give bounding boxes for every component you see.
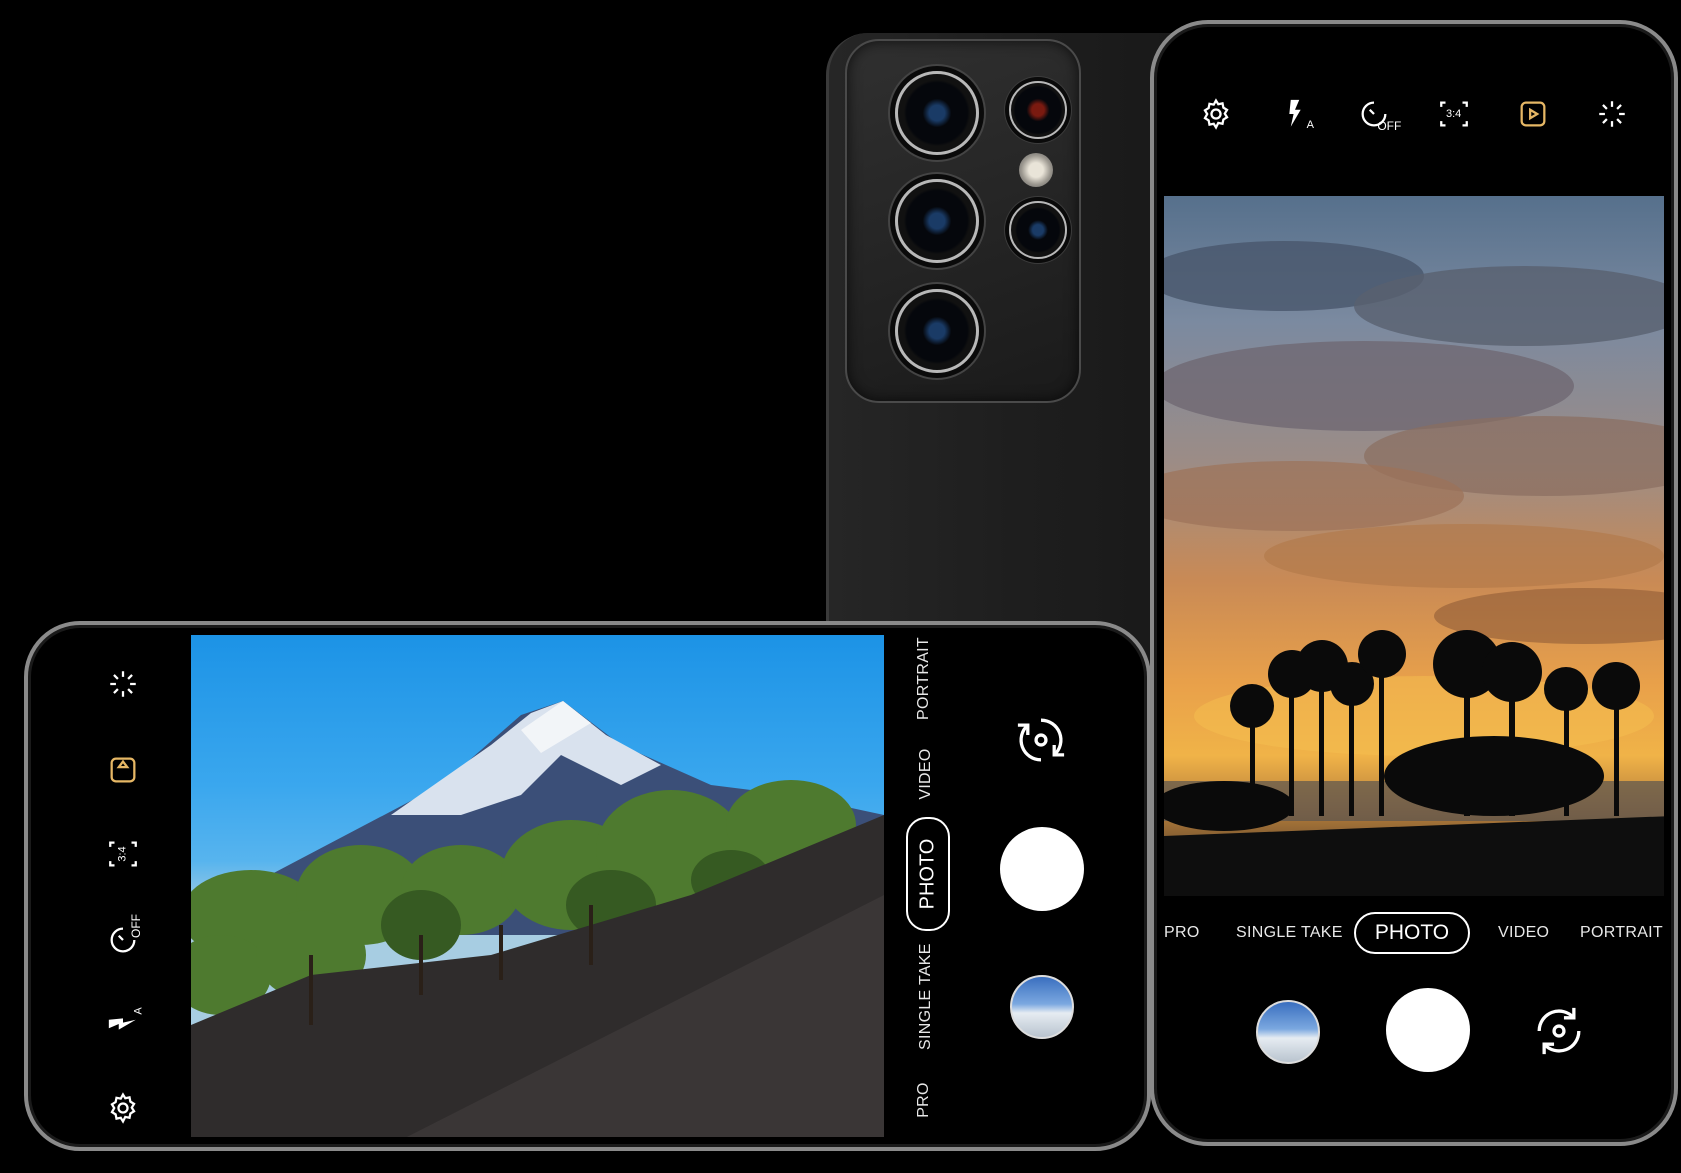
tele-lens — [1009, 81, 1067, 139]
mode-photo-active[interactable]: PHOTO — [1354, 912, 1470, 954]
shutter-button[interactable] — [1386, 988, 1470, 1072]
camera-app-landscape: 3:4 OFF A PORTRAIT VIDEO PHOTO SINGLE TA… — [38, 635, 1137, 1137]
mode-video[interactable]: VIDEO — [917, 734, 935, 814]
effects-icon[interactable] — [106, 667, 140, 701]
flash-mode-label: A — [1306, 119, 1314, 131]
effects-icon[interactable] — [1595, 97, 1629, 131]
camera-side-toolbar: 3:4 OFF A — [88, 635, 158, 1137]
motion-photo-icon[interactable] — [106, 753, 140, 787]
motion-photo-icon[interactable] — [1516, 97, 1550, 131]
mode-photo-label: PHOTO — [916, 838, 939, 910]
timer-off-icon[interactable]: OFF — [106, 914, 143, 957]
aspect-ratio-icon[interactable]: 3:4 — [106, 837, 140, 871]
mode-pro[interactable]: PRO — [1164, 924, 1200, 942]
mode-portrait[interactable]: PORTRAIT — [915, 637, 933, 720]
mode-pro[interactable]: PRO — [915, 1080, 933, 1120]
gallery-thumbnail[interactable] — [1010, 975, 1074, 1039]
switch-camera-icon[interactable] — [1008, 707, 1074, 773]
aspect-ratio-icon[interactable]: 3:4 — [1437, 97, 1471, 131]
camera-app-portrait: A OFF 3:4 PRO SINGLE TAKE PHOTO VIDEO PO… — [1164, 34, 1664, 1132]
mode-single-take[interactable]: SINGLE TAKE — [1236, 924, 1343, 942]
timer-off-icon[interactable]: OFF — [1357, 97, 1401, 133]
flash-auto-icon[interactable]: A — [1278, 97, 1314, 131]
timer-label: OFF — [1377, 119, 1402, 133]
mode-photo-active[interactable]: PHOTO — [906, 817, 950, 931]
phone-landscape: 3:4 OFF A PORTRAIT VIDEO PHOTO SINGLE TA… — [24, 621, 1151, 1151]
gear-icon[interactable] — [106, 1091, 140, 1125]
camera-top-toolbar: A OFF 3:4 — [1164, 84, 1664, 144]
aspect-ratio-label: 3:4 — [1445, 108, 1462, 120]
aspect-ratio-label: 3:4 — [116, 846, 129, 862]
gear-icon[interactable] — [1199, 97, 1233, 131]
mode-video[interactable]: VIDEO — [1498, 924, 1549, 942]
camera-module — [845, 39, 1081, 403]
viewfinder-sunset[interactable] — [1164, 196, 1664, 896]
shutter-button[interactable] — [1000, 827, 1084, 911]
camera-mode-selector: PRO SINGLE TAKE PHOTO VIDEO PORTRAIT — [1164, 912, 1664, 956]
flash-led — [1019, 153, 1053, 187]
mode-single-take[interactable]: SINGLE TAKE — [917, 943, 935, 1050]
laser-af-sensor — [1009, 201, 1067, 259]
ultrawide-lens — [895, 179, 979, 263]
sunset-scene — [1164, 241, 1664, 896]
phone-portrait: A OFF 3:4 PRO SINGLE TAKE PHOTO VIDEO PO… — [1150, 20, 1678, 1146]
wide-lens — [895, 71, 979, 155]
mountain-scene — [191, 701, 884, 1137]
switch-camera-icon[interactable] — [1526, 998, 1592, 1064]
periscope-lens — [895, 289, 979, 373]
timer-label: OFF — [129, 914, 143, 938]
viewfinder-mountain[interactable] — [191, 635, 884, 1137]
mode-portrait[interactable]: PORTRAIT — [1580, 924, 1663, 942]
flash-auto-icon[interactable]: A — [106, 1007, 144, 1041]
flash-mode-label: A — [132, 1007, 145, 1015]
gallery-thumbnail[interactable] — [1256, 1000, 1320, 1064]
